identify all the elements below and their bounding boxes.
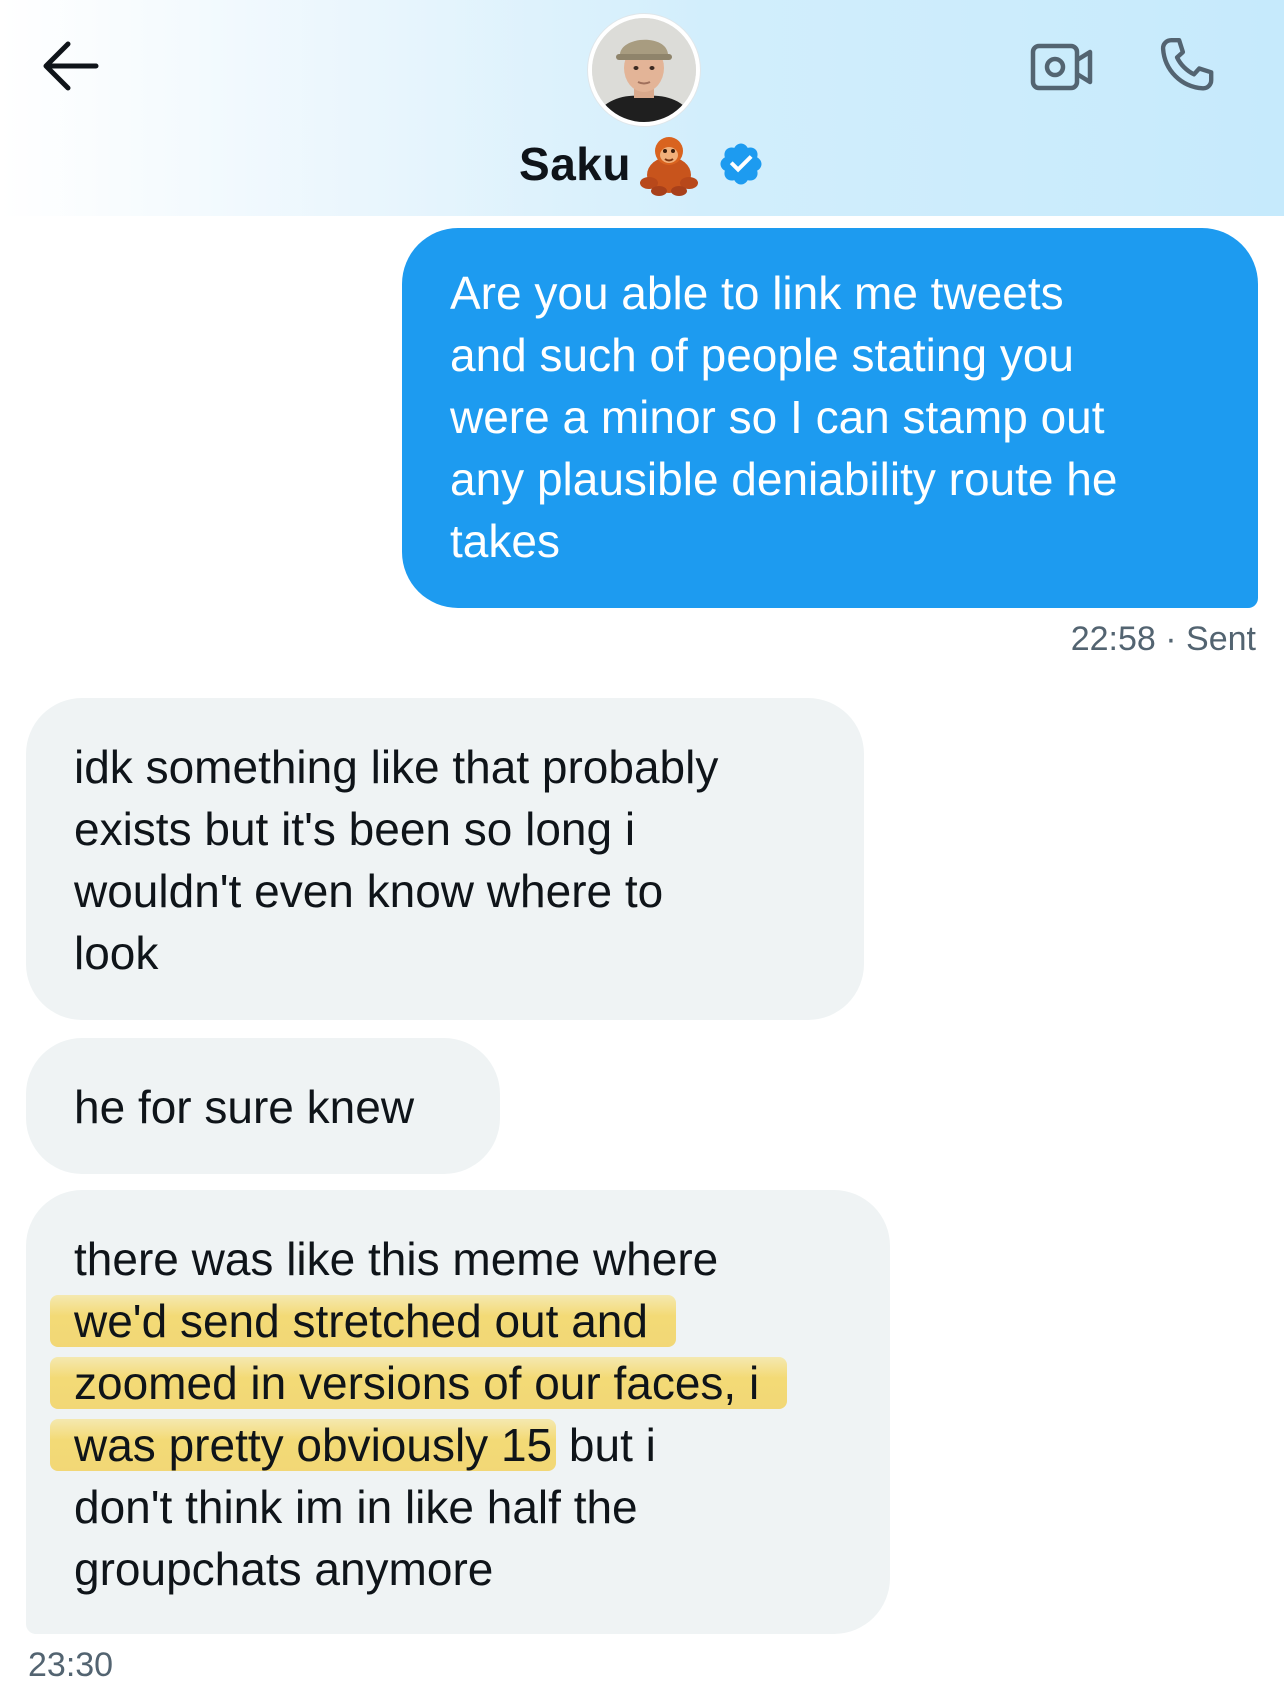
verified-badge-icon <box>720 143 762 185</box>
text-highlight: we'd send stretched out and <box>50 1295 676 1347</box>
message-line: Are you able to link me tweets <box>450 267 1064 319</box>
message-status: Sent <box>1186 620 1256 658</box>
message-line: any plausible deniability route he <box>450 453 1118 505</box>
contact-name: Saku <box>519 138 631 190</box>
message-line: idk something like that probably <box>74 741 719 793</box>
arrow-left-icon <box>43 41 99 91</box>
avatar[interactable] <box>588 14 700 126</box>
message-line: exists but it's been so long i <box>74 803 636 855</box>
message-line-highlighted: was pretty obviously 15 but i <box>50 1414 850 1476</box>
conversation-header: Saku <box>0 0 1284 216</box>
message-line: he for sure knew <box>74 1081 415 1133</box>
message-line: and such of people stating you <box>450 329 1075 381</box>
separator-dot: · <box>1165 620 1187 658</box>
message-line-highlighted: we'd send stretched out and <box>50 1290 850 1352</box>
message-line: don't think im in like half the <box>74 1481 638 1533</box>
video-call-button[interactable] <box>1030 38 1094 98</box>
message-line: groupchats anymore <box>74 1543 494 1595</box>
phone-icon <box>1160 38 1214 91</box>
message-line: wouldn't even know where to <box>74 865 664 917</box>
orangutan-emoji-icon <box>639 137 698 196</box>
message-line-highlighted: zoomed in versions of our faces, i <box>50 1352 850 1414</box>
message-line: takes <box>450 515 560 567</box>
sent-message-meta: 22:58 · Sent <box>1071 620 1256 659</box>
text-highlight: zoomed in versions of our faces, i <box>50 1357 788 1409</box>
message-line: were a minor so I can stamp out <box>450 391 1105 443</box>
back-button[interactable] <box>38 36 108 96</box>
video-camera-icon <box>1030 43 1093 91</box>
message-text: but i <box>568 1419 656 1471</box>
received-message-time: 23:30 <box>28 1646 114 1684</box>
message-line: there was like this meme where <box>74 1233 719 1285</box>
message-bubble-received[interactable]: there was like this meme where we'd send… <box>26 1190 890 1634</box>
message-bubble-received[interactable]: he for sure knew <box>26 1038 500 1174</box>
message-time: 22:58 <box>1070 620 1156 658</box>
message-line: look <box>74 927 159 979</box>
message-bubble-sent[interactable]: Are you able to link me tweets and such … <box>402 228 1258 608</box>
audio-call-button[interactable] <box>1150 30 1224 100</box>
avatar-image <box>592 18 696 122</box>
message-bubble-received[interactable]: idk something like that probably exists … <box>26 698 864 1020</box>
contact-name-row[interactable]: Saku <box>0 128 1284 200</box>
text-highlight: was pretty obviously 15 <box>50 1419 557 1471</box>
